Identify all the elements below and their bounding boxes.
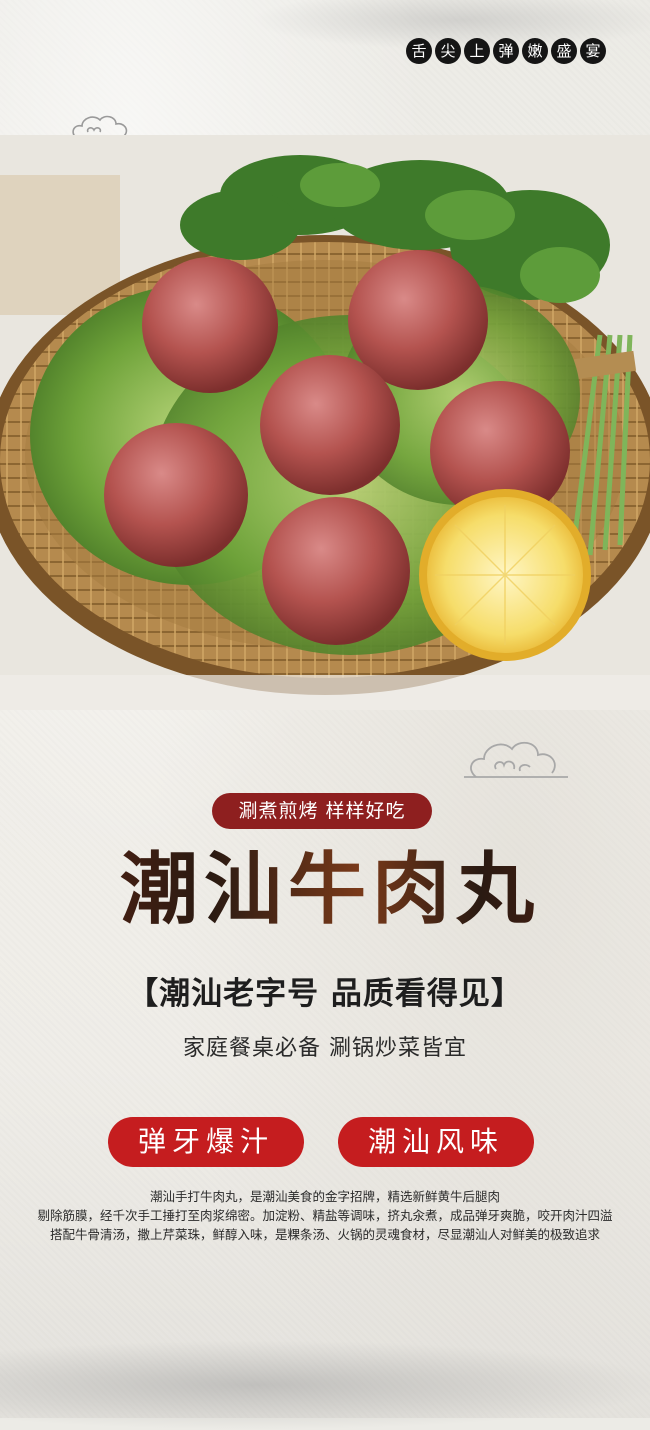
description-line: 搭配牛骨清汤，撒上芹菜珠，鲜醇入味，是粿条汤、火锅的灵魂食材，尽显潮汕人对鲜美的… [49, 1227, 600, 1242]
cooking-tag: 涮煮煎烤 样样好吃 [212, 793, 432, 829]
seal-char: 盛 [551, 38, 577, 64]
cloud-icon [464, 741, 568, 778]
product-photo [0, 135, 650, 710]
seal-char: 嫩 [522, 38, 548, 64]
feature-badge: 潮汕风味 [338, 1117, 534, 1167]
seal-char: 上 [464, 38, 490, 64]
seal-char: 弹 [493, 38, 519, 64]
ink-wash-bottom [0, 1340, 650, 1430]
subtitle: 【潮汕老字号 品质看得见】 [127, 976, 523, 1012]
tagline: 家庭餐桌必备 涮锅炒菜皆宜 [183, 1036, 467, 1061]
description-line: 剔除筋膜，经千次手工捶打至肉浆绵密。加淀粉、精盐等调味，挤丸汆煮，成品弹牙爽脆，… [37, 1208, 613, 1223]
description-line: 潮汕手打牛肉丸，是潮汕美食的金字招牌，精选新鲜黄牛后腿肉 [149, 1189, 500, 1204]
seal-char: 尖 [435, 38, 461, 64]
description: 潮汕手打牛肉丸，是潮汕美食的金字招牌，精选新鲜黄牛后腿肉 剔除筋膜，经千次手工捶… [0, 1187, 650, 1244]
page-title: 潮汕牛肉丸 [30, 840, 630, 940]
meatball-tray-image [0, 135, 650, 710]
seal-char: 舌 [406, 38, 432, 64]
seal-char: 宴 [580, 38, 606, 64]
feature-badge: 弹牙爆汁 [108, 1117, 304, 1167]
seal-row: 舌 尖 上 弹 嫩 盛 宴 [406, 38, 606, 64]
